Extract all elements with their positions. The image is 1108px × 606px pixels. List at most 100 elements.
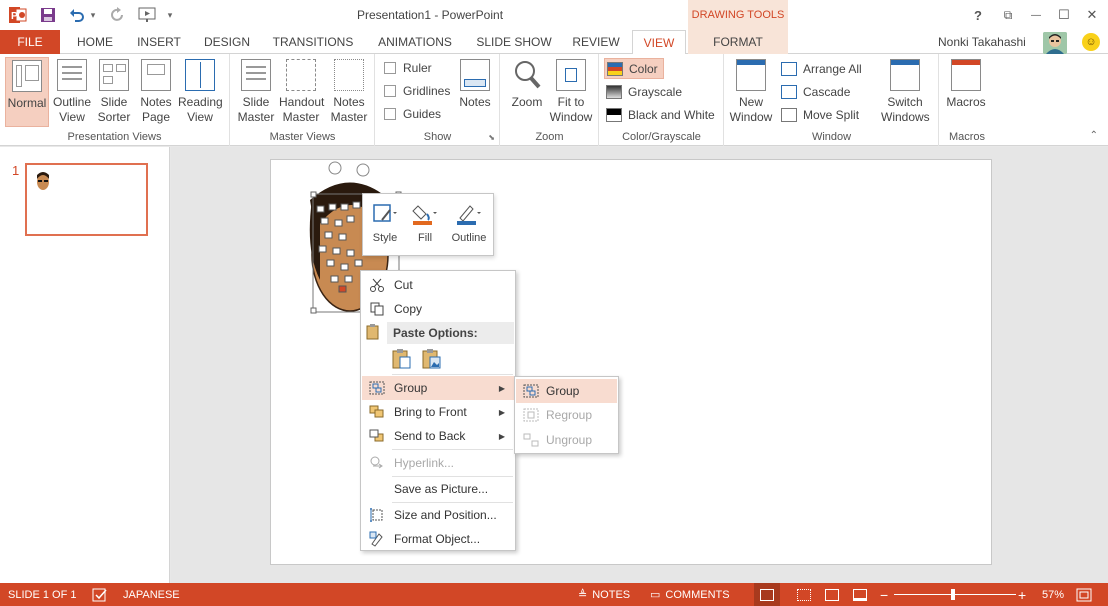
outline-button[interactable]: Outline [447,200,491,250]
tab-review[interactable]: REVIEW [566,30,626,54]
submenu-item-group[interactable]: Group [516,379,617,403]
fit-slide-to-window-icon[interactable] [1076,583,1092,606]
slide-sorter-button[interactable]: Slide Sorter [92,57,136,127]
normal-view-status-icon [760,588,774,601]
maximize-button[interactable]: ☐ [1052,4,1076,26]
ribbon: Normal Outline View Slide Sorter Notes P… [0,54,1108,146]
menu-item-size-and-position[interactable]: Size and Position... [362,503,514,527]
tab-file[interactable]: FILE [0,30,60,54]
notes-toggle[interactable]: ≜ NOTES [578,583,630,606]
user-name[interactable]: Nonki Takahashi [938,35,1026,49]
zoom-slider[interactable] [894,583,1016,606]
menu-item-hyperlink[interactable]: Hyperlink... [362,451,514,475]
menu-item-send-to-back[interactable]: Send to Back ▶ [362,424,514,448]
submenu-item-regroup[interactable]: Regroup [516,403,617,427]
macros-button[interactable]: Macros [944,57,988,127]
slide-master-label: Slide Master [237,95,275,124]
tab-design[interactable]: DESIGN [196,30,258,54]
help-button[interactable]: ? [966,4,990,26]
outline-view-label: Outline View [52,95,92,124]
user-avatar[interactable] [1043,32,1067,54]
fit-to-window-icon [556,59,586,91]
cascade-icon [781,84,797,99]
show-group-label: Show [423,131,452,143]
new-window-button[interactable]: New Window [729,57,773,127]
submenu-ungroup-label: Ungroup [546,433,593,447]
ruler-checkbox[interactable]: Ruler [384,58,432,78]
language-indicator[interactable]: JAPANESE [123,583,180,606]
zoom-level[interactable]: 57% [1042,583,1064,606]
paste-as-picture-icon[interactable] [421,348,443,373]
grayscale-button[interactable]: Grayscale [604,81,682,102]
new-window-label: New Window [729,95,773,124]
menu-item-copy[interactable]: Copy [362,297,514,321]
tab-insert[interactable]: INSERT [130,30,188,54]
copy-icon [362,297,392,321]
gridlines-label: Gridlines [403,84,451,98]
zoom-group-label: Zoom [535,131,564,143]
tab-home[interactable]: HOME [66,30,124,54]
size-and-position-icon [362,503,392,527]
submenu-arrow-icon: ▶ [498,407,505,417]
switch-windows-label: Switch Windows [881,95,930,124]
group-label: Group [394,381,428,395]
zoom-button[interactable]: Zoom [505,57,549,127]
feedback-smiley-icon[interactable]: ☺ [1082,33,1100,51]
cascade-button[interactable]: Cascade [779,81,850,102]
menu-item-bring-to-front[interactable]: Bring to Front ▶ [362,400,514,424]
menu-item-group[interactable]: Group ▶ [362,376,514,400]
spelling-check-icon[interactable] [92,583,108,606]
tab-format[interactable]: FORMAT [688,30,788,54]
normal-view-status-button[interactable] [754,583,780,606]
zoom-in-button[interactable]: + [1018,583,1026,606]
show-dialog-launcher-icon[interactable]: ⬊ [488,133,495,142]
slide-master-icon [241,59,271,91]
menu-item-save-as-picture[interactable]: Save as Picture... [362,477,514,501]
slide-info[interactable]: SLIDE 1 OF 1 [8,583,76,606]
reading-view-label: Reading View [178,95,223,124]
ribbon-display-options-button[interactable]: ⧉ [996,4,1020,26]
arrange-all-button[interactable]: Arrange All [779,58,862,79]
slide-thumbnail[interactable] [25,163,148,236]
slide-master-button[interactable]: Slide Master [234,57,278,127]
presentation-views-group-label: Presentation Views [67,131,162,143]
tab-transitions[interactable]: TRANSITIONS [268,30,358,54]
handout-master-button[interactable]: Handout Master [279,57,324,127]
fill-button[interactable]: Fill [405,200,445,250]
move-split-button[interactable]: Move Split [779,104,859,125]
menu-item-format-object[interactable]: Format Object... [362,527,514,551]
switch-windows-button[interactable]: Switch Windows [881,57,930,127]
normal-view-button[interactable]: Normal [5,57,49,127]
notes-page-button[interactable]: Notes Page [134,57,178,127]
menu-item-cut[interactable]: Cut [362,273,514,297]
reading-view-button[interactable]: Reading View [178,57,223,127]
outline-view-button[interactable]: Outline View [50,57,94,127]
black-and-white-button[interactable]: Black and White [604,104,715,125]
close-button[interactable]: ✕ [1080,4,1104,26]
notes-button[interactable]: Notes [453,57,497,127]
reading-view-status-button[interactable] [822,583,842,606]
fit-to-window-button[interactable]: Fit to Window [549,57,593,127]
zoom-slider-thumb[interactable] [951,589,955,600]
minimize-button[interactable]: — [1024,4,1048,26]
color-button[interactable]: Color [604,58,664,79]
slide-show-status-button[interactable] [850,583,870,606]
gridlines-checkbox[interactable]: Gridlines [384,81,450,101]
arrange-all-label: Arrange All [803,61,862,76]
tab-view[interactable]: VIEW [632,30,686,55]
style-button[interactable]: Style [365,200,405,250]
notes-master-button[interactable]: Notes Master [327,57,371,127]
guides-checkbox-box [384,108,396,120]
tab-slide-show[interactable]: SLIDE SHOW [472,30,556,54]
slide-sorter-status-button[interactable] [794,583,814,606]
menu-separator [392,449,513,450]
guides-checkbox[interactable]: Guides [384,104,441,124]
collapse-ribbon-icon[interactable]: ⌃ [1090,130,1098,141]
submenu-item-ungroup[interactable]: Ungroup [516,428,617,452]
tab-animations[interactable]: ANIMATIONS [370,30,460,54]
comments-toggle[interactable]: ▭ COMMENTS [650,583,730,606]
paste-use-destination-theme-icon[interactable] [391,348,413,373]
zoom-out-button[interactable]: − [880,583,888,606]
notes-icon: ≜ [578,589,588,601]
group-presentation-views: Normal Outline View Slide Sorter Notes P… [0,54,230,146]
